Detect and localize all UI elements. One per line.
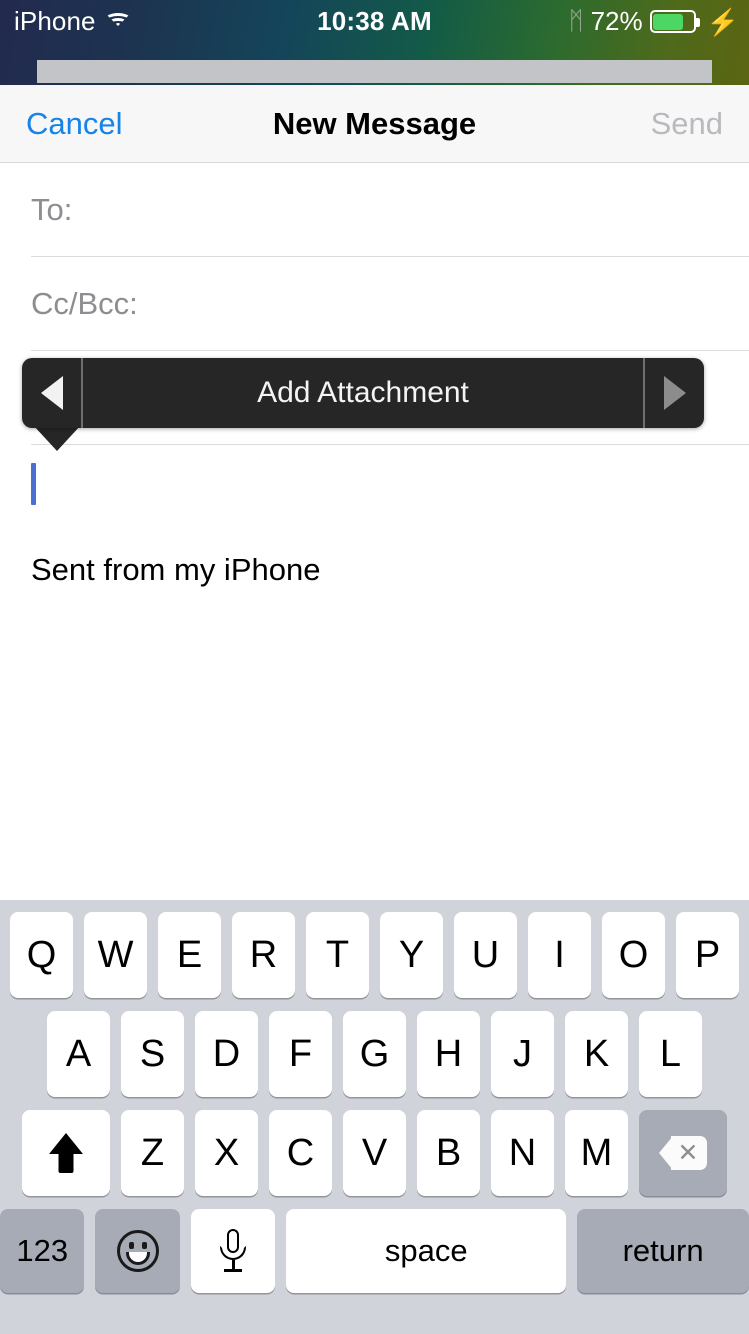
key-q[interactable]: Q — [10, 912, 73, 998]
bluetooth-icon: ᛗ — [568, 7, 584, 35]
smiley-face-icon — [116, 1230, 159, 1272]
key-i[interactable]: I — [528, 912, 591, 998]
key-x[interactable]: X — [195, 1110, 258, 1196]
triangle-right-icon — [663, 376, 686, 410]
edit-menu-popup: Add Attachment — [22, 358, 704, 428]
space-key[interactable]: space — [286, 1209, 567, 1293]
key-p[interactable]: P — [676, 912, 739, 998]
screen-recording-bar — [37, 60, 712, 83]
keyboard-row-1: QWERTYUIOP — [0, 912, 749, 998]
key-t[interactable]: T — [306, 912, 369, 998]
cc-bcc-field-label: Cc/Bcc: — [31, 286, 138, 321]
key-s[interactable]: S — [121, 1011, 184, 1097]
key-v[interactable]: V — [343, 1110, 406, 1196]
key-n[interactable]: N — [491, 1110, 554, 1196]
message-body-input[interactable]: Sent from my iPhone — [0, 445, 749, 588]
return-key[interactable]: return — [577, 1209, 749, 1293]
edit-menu-next-button[interactable] — [643, 358, 704, 428]
battery-icon — [649, 10, 700, 33]
key-l[interactable]: L — [639, 1011, 702, 1097]
keyboard-row-3-letters: ZXCVBNM — [121, 1110, 628, 1196]
key-a[interactable]: A — [47, 1011, 110, 1097]
key-u[interactable]: U — [454, 912, 517, 998]
lightning-bolt-icon: ⚡ — [706, 6, 739, 37]
key-f[interactable]: F — [269, 1011, 332, 1097]
key-j[interactable]: J — [491, 1011, 554, 1097]
cc-bcc-field-row[interactable]: Cc/Bcc: — [0, 257, 749, 351]
key-w[interactable]: W — [84, 912, 147, 998]
send-button: Send — [645, 102, 729, 146]
onscreen-keyboard: QWERTYUIOP ASDFGHJKL ZXCVBNM ✕ 123 space… — [0, 900, 749, 1334]
key-m[interactable]: M — [565, 1110, 628, 1196]
key-k[interactable]: K — [565, 1011, 628, 1097]
battery-percent-label: 72% — [590, 6, 643, 36]
dictation-key[interactable] — [190, 1209, 276, 1293]
key-g[interactable]: G — [343, 1011, 406, 1097]
status-bar-right: ᛗ 72% ⚡ — [569, 6, 739, 37]
emoji-key[interactable] — [95, 1209, 180, 1293]
triangle-left-icon — [40, 376, 63, 410]
edit-menu-previous-button[interactable] — [22, 358, 83, 428]
keyboard-row-4: 123 space return — [0, 1209, 749, 1293]
battery-cap — [695, 18, 700, 27]
to-field-label: To: — [31, 192, 73, 227]
compose-form: To: Cc/Bcc: Sent from my iPhone — [0, 163, 749, 900]
key-d[interactable]: D — [195, 1011, 258, 1097]
key-e[interactable]: E — [158, 912, 221, 998]
key-z[interactable]: Z — [121, 1110, 184, 1196]
backspace-delete-icon: ✕ — [659, 1136, 707, 1170]
battery-fill — [653, 13, 683, 30]
backspace-key[interactable]: ✕ — [639, 1110, 727, 1196]
key-o[interactable]: O — [602, 912, 665, 998]
numbers-key[interactable]: 123 — [0, 1209, 85, 1293]
text-cursor — [31, 463, 36, 505]
keyboard-row-2: ASDFGHJKL — [0, 1011, 749, 1097]
shift-key[interactable] — [22, 1110, 110, 1196]
keyboard-row-3: ZXCVBNM ✕ — [0, 1110, 749, 1196]
cancel-button[interactable]: Cancel — [20, 102, 129, 146]
key-h[interactable]: H — [417, 1011, 480, 1097]
navigation-bar: Cancel New Message Send — [0, 85, 749, 163]
to-field-row[interactable]: To: — [0, 163, 749, 257]
key-c[interactable]: C — [269, 1110, 332, 1196]
key-y[interactable]: Y — [380, 912, 443, 998]
shift-arrow-icon — [49, 1133, 83, 1173]
add-attachment-menu-item[interactable]: Add Attachment — [83, 358, 643, 428]
signature-text: Sent from my iPhone — [31, 552, 321, 587]
microphone-icon — [220, 1229, 247, 1273]
key-r[interactable]: R — [232, 912, 295, 998]
key-b[interactable]: B — [417, 1110, 480, 1196]
edit-menu-tail — [33, 425, 81, 451]
